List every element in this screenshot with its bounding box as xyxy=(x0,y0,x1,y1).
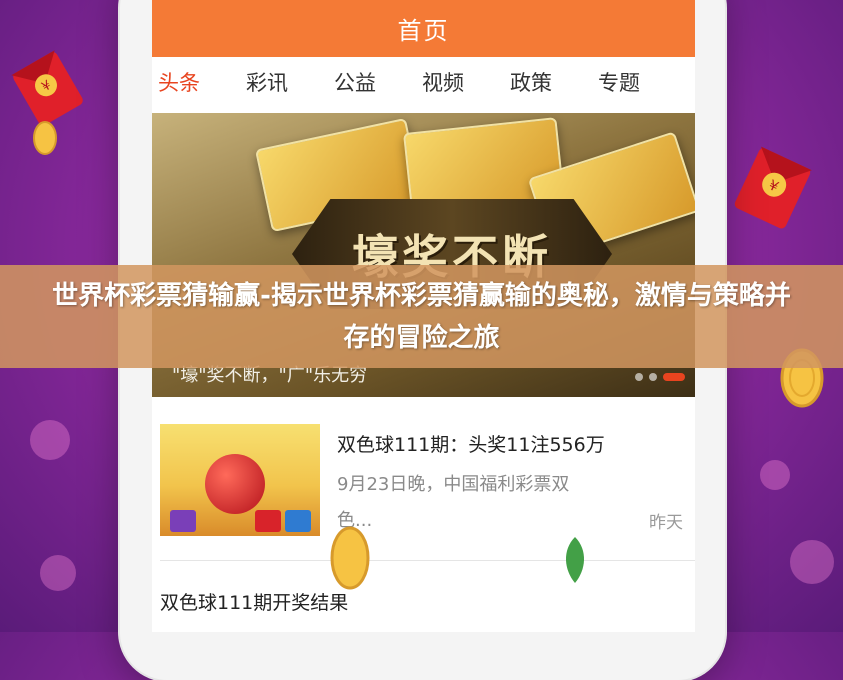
background-bokeh xyxy=(760,460,790,490)
title-overlay: 世界杯彩票猜输赢-揭示世界杯彩票猜赢输的奥秘，激情与策略并存的冒险之旅 xyxy=(0,265,843,368)
carousel-dot-active[interactable] xyxy=(663,373,685,381)
carousel-dot[interactable] xyxy=(635,373,643,381)
news-title[interactable]: 双色球111期开奖结果 xyxy=(160,588,348,615)
gold-coin-icon xyxy=(33,121,57,155)
green-leaf-icon xyxy=(565,537,585,583)
gold-coin-icon xyxy=(330,526,370,590)
tab-video[interactable]: 视频 xyxy=(422,67,464,97)
page-title: 首页 xyxy=(397,17,450,45)
news-title: 双色球111期：头奖11注556万 xyxy=(337,434,605,456)
gift-box-image xyxy=(285,510,311,532)
lottery-ball-image xyxy=(205,454,265,514)
tab-bar: 头条 彩讯 公益 视频 政策 专题 xyxy=(152,57,695,107)
tab-charity[interactable]: 公益 xyxy=(334,67,376,97)
news-list-item[interactable]: 双色球111期：头奖11注556万 9月23日晚，中国福利彩票双 色... 昨天 xyxy=(152,420,695,540)
background-bokeh xyxy=(30,420,70,460)
news-snippet: 9月23日晚，中国福利彩票双 xyxy=(337,474,570,495)
list-divider xyxy=(160,560,695,561)
app-header: 首页 xyxy=(152,0,695,57)
tab-policy[interactable]: 政策 xyxy=(510,67,552,97)
background-bokeh xyxy=(790,540,834,584)
gift-box-image xyxy=(255,510,281,532)
tab-topics[interactable]: 专题 xyxy=(598,67,640,97)
carousel-indicator xyxy=(635,373,685,381)
gift-box-image xyxy=(170,510,196,532)
carousel-dot[interactable] xyxy=(649,373,657,381)
tab-news[interactable]: 彩讯 xyxy=(246,67,288,97)
article-title: 世界杯彩票猜输赢-揭示世界杯彩票猜赢输的奥秘，激情与策略并存的冒险之旅 xyxy=(52,280,791,353)
news-timestamp: 昨天 xyxy=(649,513,683,533)
background-bokeh xyxy=(40,555,76,591)
news-thumbnail xyxy=(160,424,320,536)
red-envelope-icon: ¥ xyxy=(734,146,812,229)
tab-headlines[interactable]: 头条 xyxy=(158,67,200,97)
